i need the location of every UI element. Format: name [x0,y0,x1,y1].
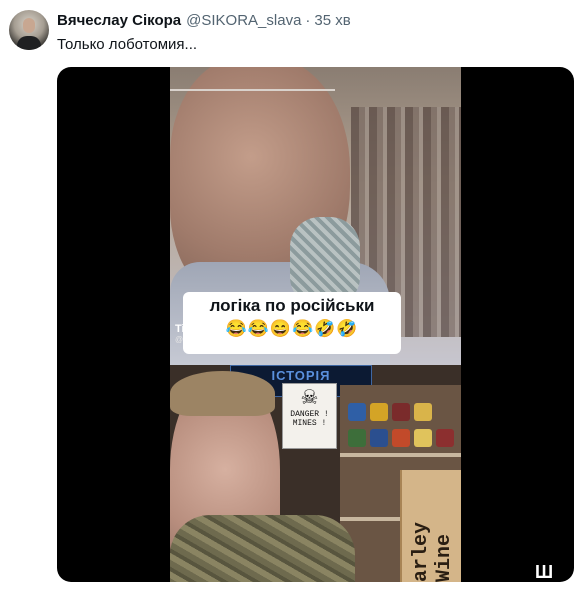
caption-text: логіка по російськи [209,296,375,315]
video-frame-bottom: ІСТОРІЯ ☠ DANGER ! MINES ! arley Wine [170,365,461,582]
man-shirt-bottom [170,515,355,582]
man-hair-bottom [170,371,275,416]
tweet-header: Вячеслау Сікора @SIKORA_slava · 35 хв [57,12,351,32]
tweet-timestamp[interactable]: 35 хв [314,12,350,29]
side-letters: Ш [535,562,556,582]
author-name[interactable]: Вячеслау Сікора [57,12,181,29]
patch [370,429,388,447]
patch [392,403,410,421]
shelf-row [340,453,461,457]
sign-line-2: MINES ! [292,419,327,428]
patch [348,403,366,421]
separator-dot: · [305,12,311,29]
wine-box-text: arley Wine [410,521,456,582]
avatar-face [23,18,35,33]
wine-box: arley Wine [400,470,461,582]
patch [414,429,432,447]
danger-mines-sign: ☠ DANGER ! MINES ! [282,383,337,449]
avatar-suit [17,36,41,50]
skull-icon: ☠ [300,387,319,409]
video-caption: логіка по російськи 😂😂😄😂🤣🤣 [183,292,401,354]
caption-emoji: 😂😂😄😂🤣🤣 [225,319,359,338]
tweet-text: Только лоботомия... [57,36,198,53]
patch [392,429,410,447]
patch [414,403,432,421]
glasses [170,67,335,91]
sign-line-1: DANGER ! [290,410,329,419]
avatar[interactable] [9,10,49,50]
patch [370,403,388,421]
author-handle[interactable]: @SIKORA_slava [186,12,301,29]
tweet: Вячеслау Сікора @SIKORA_slava · 35 хв То… [0,0,582,589]
video-player[interactable]: ІСТОРІЯ ☠ DANGER ! MINES ! arley Wine @ … [57,67,574,582]
patch [348,429,366,447]
patch [436,429,454,447]
